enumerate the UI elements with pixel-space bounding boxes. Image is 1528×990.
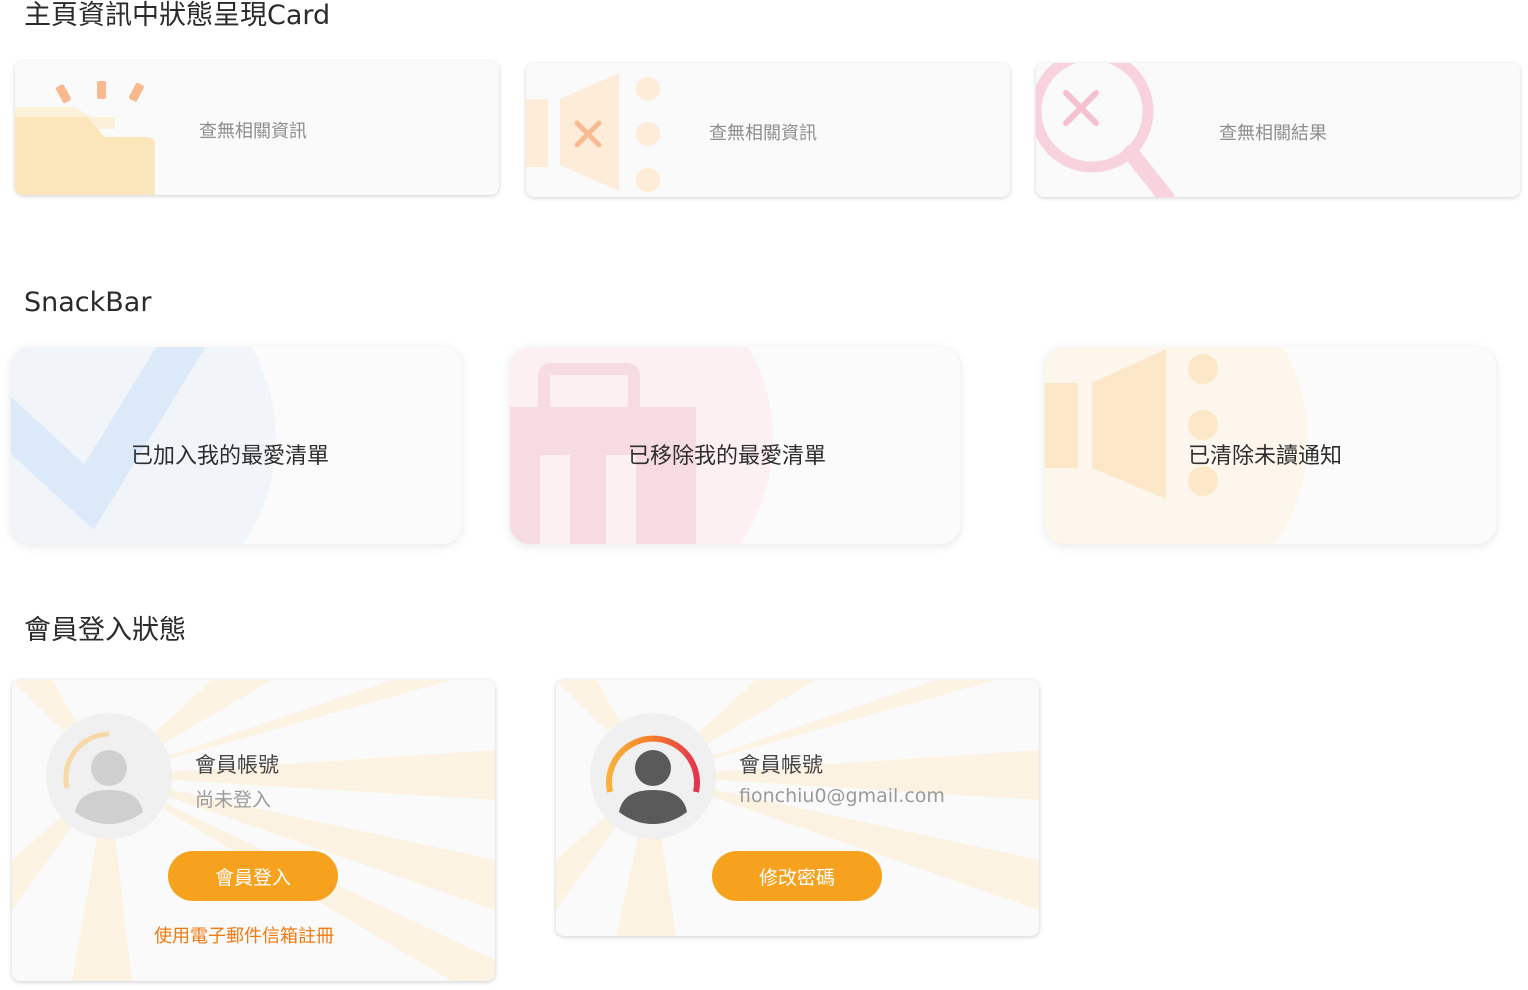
avatar-user bbox=[589, 712, 717, 840]
search-x-icon bbox=[1036, 63, 1174, 197]
login-button[interactable]: 會員登入 bbox=[168, 851, 338, 901]
avatar-guest bbox=[45, 712, 173, 840]
speaker-icon bbox=[526, 73, 660, 192]
empty-state-card-3: 查無相關結果 bbox=[1036, 63, 1520, 197]
email-register-link[interactable]: 使用電子郵件信箱註冊 bbox=[154, 922, 334, 948]
section-title-status-cards: 主頁資訊中狀態呈現Card bbox=[24, 0, 331, 31]
member-card-logged-out: 會員帳號 尚未登入 會員登入 使用電子郵件信箱註冊 bbox=[12, 680, 495, 981]
member-account-label: 會員帳號 bbox=[195, 753, 279, 777]
empty-state-message: 查無相關資訊 bbox=[199, 121, 307, 142]
change-password-button[interactable]: 修改密碼 bbox=[712, 851, 882, 901]
empty-state-card-2: 查無相關資訊 bbox=[526, 63, 1010, 197]
folder-icon bbox=[15, 81, 155, 195]
empty-state-card-1: 查無相關資訊 bbox=[15, 61, 499, 195]
empty-state-message: 查無相關結果 bbox=[1219, 123, 1327, 144]
member-email: fionchiu0@gmail.com bbox=[739, 785, 945, 807]
section-title-member-status: 會員登入狀態 bbox=[24, 615, 186, 646]
snackbar-cleared-notifications: 已清除未讀通知 bbox=[1045, 347, 1496, 544]
snackbar-message: 已移除我的最愛清單 bbox=[628, 444, 827, 469]
snackbar-message: 已清除未讀通知 bbox=[1188, 444, 1343, 469]
snackbar-message: 已加入我的最愛清單 bbox=[131, 444, 330, 469]
member-card-logged-in: 會員帳號 fionchiu0@gmail.com 修改密碼 bbox=[556, 680, 1039, 936]
member-status-text: 尚未登入 bbox=[195, 789, 272, 811]
member-account-label: 會員帳號 bbox=[739, 753, 823, 777]
section-title-snackbar: SnackBar bbox=[24, 287, 152, 318]
snackbar-added-favorite: 已加入我的最愛清單 bbox=[11, 347, 462, 544]
empty-state-message: 查無相關資訊 bbox=[709, 123, 817, 144]
snackbar-removed-favorite: 已移除我的最愛清單 bbox=[510, 347, 960, 544]
